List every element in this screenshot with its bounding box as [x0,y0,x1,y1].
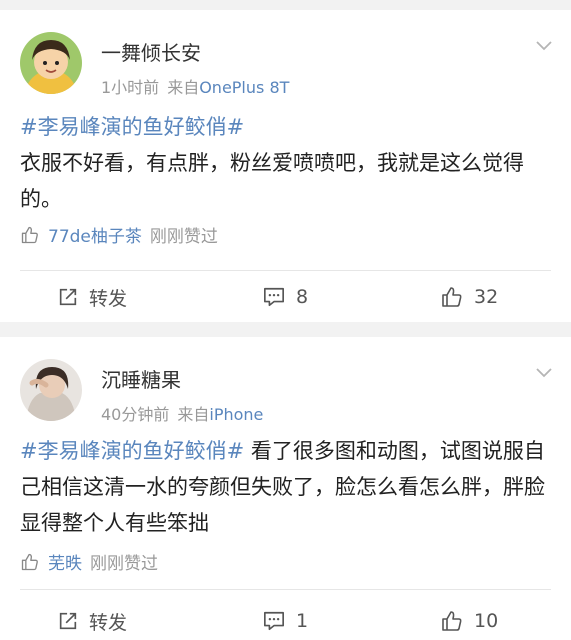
topic-link[interactable]: #李易峰演的鱼好鲛俏# [20,115,244,139]
like-button[interactable]: 32 [440,277,498,317]
share-square-icon [59,612,77,630]
thumbs-up-icon [442,287,462,307]
comment-bubble-icon [264,611,284,631]
chevron-down-icon[interactable] [535,367,553,379]
like-count: 10 [474,610,499,632]
repost-button[interactable]: 转发 [57,601,127,640]
liked-time: 刚刚赞过 [149,227,218,247]
comment-button[interactable]: 1 [262,601,308,640]
post-card: 一舞倾长安 1小时前 来自OnePlus 8T #李易峰演的鱼好鲛俏# 衣服不好看… [0,10,571,322]
action-bar: 转发 8 32 [0,277,571,317]
post-meta: 1小时前 来自OnePlus 8T [101,74,289,98]
topic-link[interactable]: #李易峰演的鱼好鲛俏# [20,439,244,463]
divider [20,270,551,271]
from-label: 来自 [167,78,200,97]
liked-by: 芜昳 刚刚赞过 [20,549,158,574]
post-source: OnePlus 8T [199,78,290,97]
post-text: #李易峰演的鱼好鲛俏# 衣服不好看，有点胖，粉丝爱喷喷吧，我就是这么觉得的。 [20,109,555,217]
like-count: 32 [474,286,499,308]
action-bar: 转发 1 10 [0,601,571,640]
comment-count: 8 [296,286,309,308]
repost-label: 转发 [89,287,128,310]
liked-time: 刚刚赞过 [90,554,158,574]
repost-button[interactable]: 转发 [57,277,127,317]
from-label: 来自 [177,405,210,424]
share-square-icon [59,288,77,306]
thumbs-up-icon [21,553,38,570]
thumbs-up-icon [21,226,38,243]
post-card: 沉睡糖果 40分钟前 来自iPhone #李易峰演的鱼好鲛俏# 看了很多图和动图，… [0,337,571,640]
weibo-comment-feed: 一舞倾长安 1小时前 来自OnePlus 8T #李易峰演的鱼好鲛俏# 衣服不好看… [0,0,571,640]
post-source: iPhone [209,405,264,424]
avatar[interactable] [20,32,82,94]
username[interactable]: 沉睡糖果 [101,364,181,393]
liker-name[interactable]: 77de柚子茶 [48,222,142,247]
thumbs-up-icon [442,611,462,631]
username[interactable]: 一舞倾长安 [101,37,201,66]
post-time: 1小时前 [101,78,160,97]
liker-name[interactable]: 芜昳 [48,549,82,574]
like-button[interactable]: 10 [440,601,498,640]
avatar[interactable] [20,359,82,421]
post-text: #李易峰演的鱼好鲛俏# 看了很多图和动图，试图说服自己相信这清一水的夸颜但失败了… [20,433,555,541]
comment-bubble-icon [264,287,284,307]
post-time: 40分钟前 [101,405,170,424]
liked-by: 77de柚子茶 刚刚赞过 [20,222,218,247]
repost-label: 转发 [89,611,128,634]
chevron-down-icon[interactable] [535,40,553,52]
comment-button[interactable]: 8 [262,277,308,317]
comment-count: 1 [296,610,309,632]
divider [20,589,551,590]
post-body: 衣服不好看，有点胖，粉丝爱喷喷吧，我就是这么觉得的。 [20,151,524,211]
post-meta: 40分钟前 来自iPhone [101,401,263,425]
